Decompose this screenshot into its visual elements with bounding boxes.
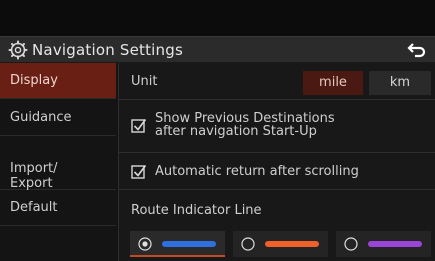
sidebar-item-label: Display [10, 73, 58, 88]
show-previous-label: Show Previous Destinations after navigat… [155, 111, 335, 139]
sidebar-item-default[interactable]: Default [0, 190, 116, 226]
checkbox-checked-icon[interactable] [131, 117, 147, 133]
title-bar: Navigation Settings [0, 36, 435, 63]
route-color-blue-option[interactable] [130, 231, 225, 257]
blue-line-swatch [162, 241, 216, 247]
sidebar-item-guidance[interactable]: Guidance [0, 99, 116, 136]
purple-line-swatch [368, 241, 422, 247]
status-bar [0, 0, 435, 36]
radio-unselected-icon [241, 237, 255, 251]
page-title: Navigation Settings [32, 41, 183, 59]
sidebar-item-label: Default [10, 200, 58, 215]
route-color-orange-option[interactable] [233, 231, 328, 257]
sidebar-item-label: Import/ Export [10, 161, 58, 191]
show-previous-row[interactable]: Show Previous Destinations after navigat… [119, 100, 435, 153]
route-color-purple-option[interactable] [336, 231, 431, 257]
route-line-label: Route Indicator Line [131, 203, 262, 218]
orange-line-swatch [265, 241, 319, 247]
auto-return-row[interactable]: Automatic return after scrolling [119, 153, 435, 190]
gear-icon [8, 40, 28, 60]
sidebar-item-import-export[interactable]: Import/ Export [0, 136, 116, 191]
radio-selected-icon [138, 237, 152, 251]
settings-sidebar: Display Guidance Import/ Export Default [0, 63, 118, 261]
checkbox-checked-icon[interactable] [131, 163, 147, 179]
unit-mile-button[interactable]: mile [303, 71, 363, 95]
back-arrow-icon[interactable] [405, 40, 427, 60]
unit-km-button[interactable]: km [369, 71, 431, 95]
auto-return-label: Automatic return after scrolling [155, 164, 359, 179]
unit-row: Unit mile km [119, 63, 435, 100]
unit-label: Unit [131, 74, 158, 89]
sidebar-item-label: Guidance [10, 110, 72, 125]
radio-unselected-icon [344, 237, 358, 251]
sidebar-item-display[interactable]: Display [0, 63, 116, 99]
display-settings-panel: Unit mile km Show Previous Destinations … [119, 63, 435, 261]
